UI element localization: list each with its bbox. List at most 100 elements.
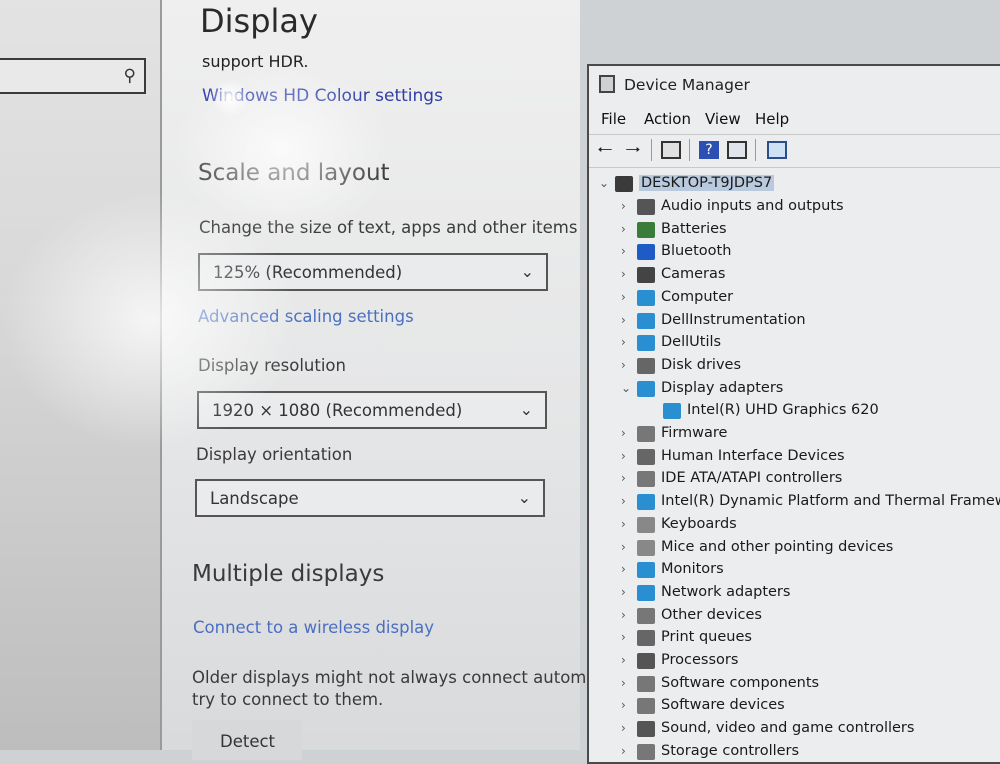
toolbar-separator (755, 139, 756, 161)
advanced-scaling-link[interactable]: Advanced scaling settings (198, 307, 414, 326)
tree-item-label: Display adapters (661, 379, 784, 396)
display-settings-pane: Display support HDR. Windows HD Colour s… (160, 0, 608, 760)
expand-arrow-icon[interactable]: › (621, 698, 631, 712)
expand-arrow-icon[interactable]: › (621, 744, 631, 758)
menu-bar: File Action View Help (589, 106, 1000, 134)
speaker-icon (637, 199, 655, 215)
menu-action[interactable]: Action (644, 110, 691, 128)
properties-icon[interactable] (661, 141, 681, 159)
bluetooth-icon (637, 244, 655, 261)
expand-arrow-icon[interactable]: › (621, 244, 631, 258)
expand-arrow-icon[interactable]: › (621, 199, 631, 213)
expand-arrow-icon[interactable]: › (621, 290, 631, 304)
tree-item-label: DellUtils (661, 334, 722, 351)
scan-hardware-icon[interactable] (767, 141, 787, 159)
monitor-icon (637, 562, 655, 579)
scale-label: Change the size of text, apps and other … (199, 218, 578, 237)
scale-layout-heading: Scale and layout (198, 160, 390, 186)
back-arrow-icon[interactable]: 🠀 (593, 138, 617, 162)
expand-arrow-icon[interactable]: › (621, 630, 631, 644)
chip-icon (637, 494, 655, 511)
older-displays-text-line1: Older displays might not always connect … (192, 668, 608, 687)
computer-icon (615, 176, 633, 192)
expand-arrow-icon[interactable]: › (621, 471, 631, 485)
expand-arrow-icon[interactable]: › (621, 721, 631, 735)
expand-arrow-icon[interactable]: › (621, 494, 631, 508)
expand-arrow-icon[interactable]: › (621, 608, 631, 622)
detect-button[interactable]: Detect (192, 720, 302, 760)
display-adapter-icon (663, 403, 681, 420)
display-adapter-icon (637, 380, 655, 397)
expand-arrow-icon[interactable]: › (621, 562, 631, 576)
tree-item-label: Computer (661, 288, 734, 305)
expand-arrow-icon[interactable]: › (621, 540, 631, 554)
monitor-icon (637, 312, 655, 329)
tree-item-label: Audio inputs and outputs (661, 198, 844, 214)
controller-icon (637, 471, 655, 488)
tree-item-label: Human Interface Devices (661, 447, 845, 464)
expand-arrow-icon[interactable]: › (621, 222, 631, 236)
orientation-dropdown[interactable]: Landscape ⌄ (195, 479, 545, 517)
search-icon[interactable]: ⚲ (124, 66, 136, 86)
tree-item-label: Software devices (661, 697, 785, 714)
expand-arrow-icon[interactable]: › (621, 313, 631, 327)
help-icon[interactable]: ? (699, 141, 719, 159)
orientation-label: Display orientation (196, 445, 353, 464)
tree-item-label: Intel(R) UHD Graphics 620 (687, 402, 879, 419)
tree-item-label: Monitors (661, 561, 724, 578)
menu-view[interactable]: View (705, 110, 741, 128)
speaker-icon (637, 721, 655, 738)
device-manager-titlebar[interactable]: Device Manager (589, 66, 1000, 104)
keyboard-icon (637, 516, 655, 533)
tree-item-label: Batteries (661, 220, 727, 237)
camera-icon (637, 267, 655, 284)
expand-arrow-icon[interactable]: › (621, 653, 631, 667)
tree-item-label: Mice and other pointing devices (661, 538, 894, 555)
puzzle-icon (637, 698, 655, 715)
printer-icon (637, 630, 655, 647)
processor-icon (637, 653, 655, 669)
tree-item-label: IDE ATA/ATAPI controllers (661, 470, 843, 487)
tree-item-label: Cameras (661, 266, 726, 283)
toolbar: 🠀 🠂 ? (589, 134, 1000, 168)
device-manager-icon (599, 75, 615, 93)
expand-arrow-icon[interactable]: › (621, 267, 631, 281)
expand-arrow-icon[interactable]: › (621, 358, 631, 372)
search-input[interactable]: ⚲ (0, 58, 146, 94)
resolution-dropdown[interactable]: 1920 × 1080 (Recommended) ⌄ (197, 391, 547, 429)
hd-colour-settings-link[interactable]: Windows HD Colour settings (202, 86, 443, 106)
expand-arrow-icon[interactable]: › (621, 517, 631, 531)
expand-arrow-icon[interactable]: › (621, 426, 631, 440)
orientation-dropdown-value: Landscape (210, 489, 299, 508)
computer-icon (637, 289, 655, 306)
chevron-down-icon: ⌄ (517, 488, 531, 507)
expand-arrow-icon[interactable]: › (621, 335, 631, 349)
puzzle-icon (637, 675, 655, 692)
tree-item-label: Network adapters (661, 583, 791, 600)
scale-dropdown[interactable]: 125% (Recommended) ⌄ (198, 253, 548, 291)
chip-icon (637, 426, 655, 442)
controller-icon (637, 743, 655, 760)
tree-item-label: Bluetooth (661, 243, 732, 260)
expand-arrow-icon[interactable]: › (621, 585, 631, 599)
expand-arrow-icon[interactable]: › (621, 676, 631, 690)
wireless-display-link[interactable]: Connect to a wireless display (193, 618, 434, 637)
menu-file[interactable]: File (601, 110, 626, 128)
collapse-arrow-icon[interactable]: ⌄ (599, 176, 609, 190)
forward-arrow-icon[interactable]: 🠂 (621, 138, 645, 162)
tree-item-label: Firmware (661, 425, 728, 441)
expand-arrow-icon[interactable]: › (621, 449, 631, 463)
tree-item-label: Print queues (661, 629, 752, 646)
toolbar-separator (689, 139, 690, 161)
hid-icon (637, 448, 655, 465)
update-driver-icon[interactable] (727, 141, 747, 159)
tree-item-label: DellInstrumentation (661, 311, 806, 328)
scale-dropdown-value: 125% (Recommended) (213, 263, 403, 282)
unknown-device-icon (637, 607, 655, 624)
chevron-down-icon: ⌄ (520, 262, 534, 281)
collapse-arrow-icon[interactable]: ⌄ (621, 381, 631, 395)
settings-nav-pane: ⚲ (0, 0, 160, 750)
mouse-icon (637, 539, 655, 556)
tree-item-label: Storage controllers (661, 742, 800, 759)
menu-help[interactable]: Help (755, 110, 789, 128)
